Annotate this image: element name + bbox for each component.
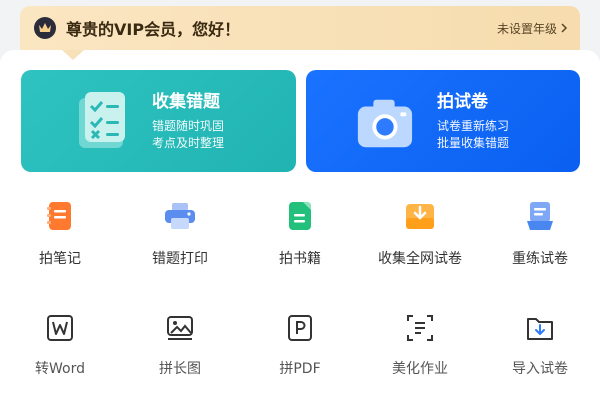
beautify-homework-button[interactable]: 美化作业 <box>360 312 480 378</box>
banner-pointer <box>62 50 84 60</box>
pdf-icon <box>284 312 316 344</box>
card-title: 拍试卷 <box>437 92 488 112</box>
paper-redo-icon <box>524 200 556 232</box>
to-word-button[interactable]: 转Word <box>0 312 120 378</box>
tool-label: 拍书籍 <box>279 251 321 267</box>
beautify-icon <box>404 312 436 344</box>
tool-label: 美化作业 <box>392 361 448 377</box>
import-paper-button[interactable]: 导入试卷 <box>480 312 600 378</box>
card-subtitle: 试卷重新练习 <box>437 119 510 133</box>
card-title: 收集错题 <box>152 92 220 112</box>
printer-icon <box>164 200 196 232</box>
tool-grid-secondary: 转Word 拼长图 拼PDF 美化作业 导入试卷 <box>0 312 600 378</box>
tool-label: 错题打印 <box>152 251 208 267</box>
scan-book-button[interactable]: 拍书籍 <box>240 200 360 268</box>
collect-web-papers-button[interactable]: 收集全网试卷 <box>360 200 480 268</box>
print-mistakes-button[interactable]: 错题打印 <box>120 200 240 268</box>
photo-paper-card[interactable]: 拍试卷 试卷重新练习 批量收集错题 <box>306 70 580 172</box>
redo-paper-button[interactable]: 重练试卷 <box>480 200 600 268</box>
tool-grid-primary: 拍笔记 错题打印 拍书籍 收集全网试卷 重练试卷 <box>0 200 600 268</box>
download-tray-icon <box>404 200 436 232</box>
tool-label: 收集全网试卷 <box>378 251 462 267</box>
card-subtitle: 错题随时巩固 <box>152 119 225 133</box>
tool-label: 拼PDF <box>279 361 321 377</box>
vip-banner: 尊贵的VIP会员，您好！ 未设置年级 <box>20 6 580 50</box>
word-icon <box>44 312 76 344</box>
chevron-right-icon <box>561 23 568 33</box>
notebook-icon <box>44 200 76 232</box>
tool-label: 重练试卷 <box>512 251 568 267</box>
tool-label: 拍笔记 <box>39 251 81 267</box>
collect-mistakes-card[interactable]: 收集错题 错题随时巩固 考点及时整理 <box>21 70 296 172</box>
crown-icon <box>34 17 56 39</box>
card-subtitle: 考点及时整理 <box>152 136 225 150</box>
tool-label: 导入试卷 <box>512 361 568 377</box>
long-image-button[interactable]: 拼长图 <box>120 312 240 378</box>
set-grade-link[interactable]: 未设置年级 <box>497 20 568 37</box>
card-subtitle: 批量收集错题 <box>437 136 510 150</box>
image-icon <box>164 312 196 344</box>
tool-label: 转Word <box>35 361 85 377</box>
take-notes-button[interactable]: 拍笔记 <box>0 200 120 268</box>
merge-pdf-button[interactable]: 拼PDF <box>240 312 360 378</box>
vip-greeting: 尊贵的VIP会员，您好！ <box>66 20 241 39</box>
camera-icon <box>357 99 413 148</box>
grade-link-label: 未设置年级 <box>496 21 557 36</box>
book-icon <box>284 200 316 232</box>
checklist-doc-icon <box>79 92 125 148</box>
import-folder-icon <box>524 312 556 344</box>
tool-label: 拼长图 <box>159 361 201 377</box>
